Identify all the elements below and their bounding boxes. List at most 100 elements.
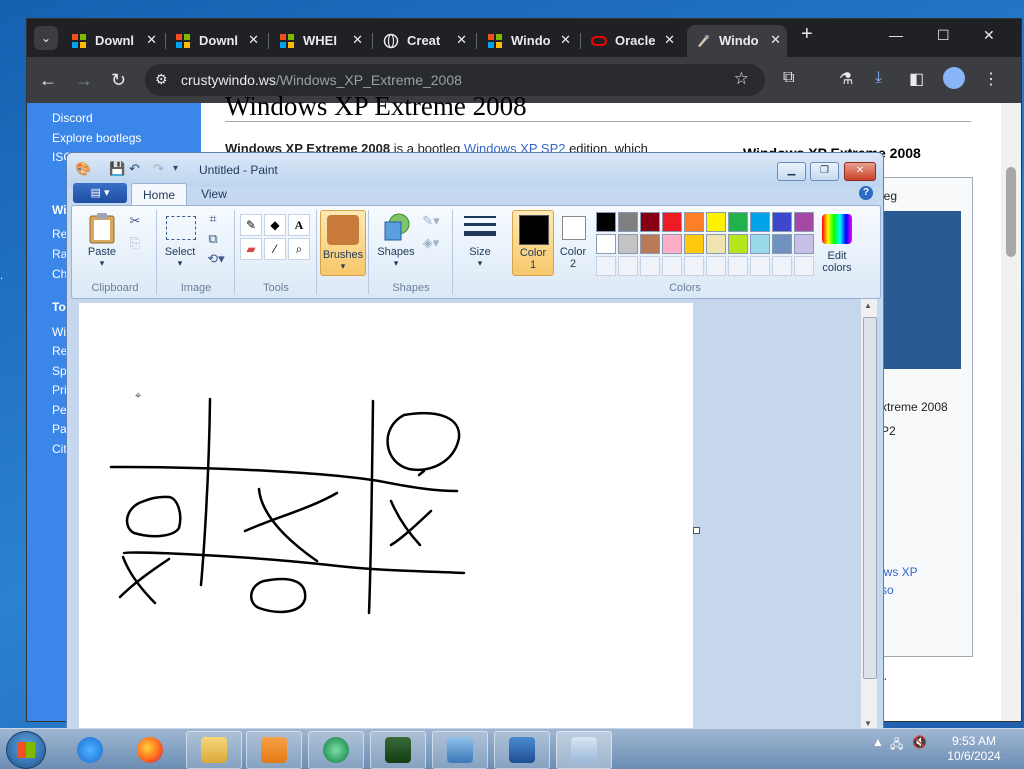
palette-swatch[interactable] [596, 212, 616, 232]
taskbar-internet-explorer[interactable] [62, 731, 118, 769]
desktop-icon-fragment[interactable]: . [0, 270, 24, 282]
sidebar-link-fragment[interactable]: Cit [52, 442, 67, 456]
cut-icon[interactable]: ✂ [126, 212, 144, 230]
palette-swatch[interactable] [684, 212, 704, 232]
undo-icon[interactable]: ↶ [129, 161, 140, 177]
page-scrollbar[interactable] [1001, 103, 1021, 721]
select-button[interactable]: Select ▾ [160, 210, 200, 276]
text-tool-icon[interactable]: A [288, 214, 310, 236]
bookmark-star-icon[interactable]: ☆ [734, 69, 749, 89]
copy-icon[interactable]: ⎘ [126, 234, 144, 252]
paint-titlebar[interactable]: 🎨 💾 ↶ ↷ ▾ Untitled - Paint ▁ ❐ ✕ [67, 153, 883, 187]
scroll-down-icon[interactable]: ▼ [864, 719, 872, 728]
tab-view[interactable]: View [191, 183, 237, 205]
labs-flask-icon[interactable]: ⚗ [839, 69, 853, 89]
taskbar-file-explorer[interactable] [186, 731, 242, 769]
canvas-scrollbar-thumb[interactable] [863, 317, 877, 679]
volume-muted-icon[interactable]: 🔇 [912, 735, 927, 749]
start-button[interactable] [6, 731, 46, 769]
taskbar-media-center[interactable] [308, 731, 364, 769]
canvas-resize-handle[interactable] [693, 527, 700, 534]
palette-swatch-empty[interactable] [684, 256, 704, 276]
scroll-up-icon[interactable]: ▲ [864, 301, 872, 310]
tab-home[interactable]: Home [131, 183, 187, 206]
palette-swatch[interactable] [684, 234, 704, 254]
menu-kebab-icon[interactable]: ⋮ [983, 69, 999, 89]
resize-icon[interactable]: ⧉ [204, 230, 222, 248]
system-clock[interactable]: 9:53 AM 10/6/2024 [944, 734, 1004, 764]
qat-dropdown-icon[interactable]: ▾ [173, 163, 178, 174]
help-icon[interactable]: ? [859, 186, 873, 200]
maximize-icon[interactable]: ☐ [937, 27, 950, 44]
palette-swatch-empty[interactable] [706, 256, 726, 276]
tab-5[interactable]: Windo ✕ [479, 25, 577, 57]
edit-colors-button[interactable]: Edit colors [816, 210, 858, 276]
sidebar-link-discord[interactable]: Discord [52, 109, 141, 129]
palette-swatch-empty[interactable] [750, 256, 770, 276]
palette-swatch[interactable] [662, 212, 682, 232]
palette-swatch[interactable] [772, 234, 792, 254]
color-picker-icon[interactable]: ⁄ [264, 238, 286, 260]
palette-swatch[interactable] [794, 234, 814, 254]
palette-swatch[interactable] [772, 212, 792, 232]
close-tab-icon[interactable]: ✕ [248, 32, 259, 48]
close-button[interactable]: ✕ [844, 162, 876, 181]
taskbar-paint[interactable] [556, 731, 612, 769]
drawing-canvas[interactable]: ⌖ [79, 303, 693, 733]
color1-button[interactable]: Color 1 [512, 210, 554, 276]
infobox-screenshot[interactable] [881, 211, 961, 369]
tab-7-active[interactable]: Windo ✕ [687, 25, 787, 57]
palette-swatch[interactable] [750, 234, 770, 254]
download-icon[interactable]: ⤓ [875, 69, 882, 87]
tab-search-button[interactable]: ⌄ [34, 26, 58, 50]
back-icon[interactable]: ← [39, 70, 57, 91]
file-menu-button[interactable]: ▤ ▾ [73, 183, 127, 203]
palette-swatch[interactable] [750, 212, 770, 232]
site-info-icon[interactable]: ⚙ [155, 71, 168, 88]
shapes-button[interactable]: Shapes ▾ [374, 210, 418, 276]
palette-swatch[interactable] [618, 212, 638, 232]
outline-icon[interactable]: ✎▾ [422, 212, 440, 230]
palette-swatch-empty[interactable] [662, 256, 682, 276]
tab-1[interactable]: Downl ✕ [63, 25, 163, 57]
palette-swatch[interactable] [640, 234, 660, 254]
palette-swatch[interactable] [728, 212, 748, 232]
brushes-button[interactable]: Brushes ▾ [320, 210, 366, 276]
maximize-button[interactable]: ❐ [810, 162, 839, 181]
show-hidden-icons-icon[interactable]: ▲ [872, 735, 884, 749]
profile-avatar[interactable] [943, 67, 965, 89]
palette-swatch[interactable] [706, 212, 726, 232]
close-tab-icon[interactable]: ✕ [664, 32, 675, 48]
sidebar-link-explore[interactable]: Explore bootlegs [52, 129, 141, 149]
tab-4[interactable]: Creat ✕ [375, 25, 473, 57]
palette-swatch-empty[interactable] [618, 256, 638, 276]
fill-icon[interactable]: ◈▾ [422, 234, 440, 252]
sidebar-link-fragment[interactable]: Pe [52, 403, 67, 417]
close-tab-icon[interactable]: ✕ [352, 32, 363, 48]
tab-6[interactable]: Oracle ✕ [583, 25, 681, 57]
redo-icon[interactable]: ↷ [153, 161, 164, 177]
palette-swatch[interactable] [662, 234, 682, 254]
close-window-icon[interactable]: ✕ [983, 27, 995, 44]
taskbar-firefox[interactable] [122, 731, 178, 769]
palette-swatch[interactable] [640, 212, 660, 232]
palette-swatch[interactable] [728, 234, 748, 254]
paint-app-icon[interactable]: 🎨 [75, 161, 91, 177]
minimize-button[interactable]: ▁ [777, 162, 806, 181]
forward-icon[interactable]: → [75, 70, 93, 91]
palette-swatch-empty[interactable] [640, 256, 660, 276]
palette-swatch[interactable] [706, 234, 726, 254]
palette-swatch-empty[interactable] [772, 256, 792, 276]
palette-swatch-empty[interactable] [596, 256, 616, 276]
canvas-scrollbar[interactable]: ▲ ▼ [861, 299, 877, 733]
taskbar-task-manager[interactable] [370, 731, 426, 769]
pencil-icon[interactable]: ✎ [240, 214, 262, 236]
taskbar-control-panel[interactable] [432, 731, 488, 769]
palette-swatch-empty[interactable] [794, 256, 814, 276]
palette-swatch[interactable] [596, 234, 616, 254]
palette-swatch[interactable] [618, 234, 638, 254]
sidebar-link-fragment[interactable]: Pa [52, 422, 67, 436]
magnifier-icon[interactable]: ⌕ [288, 238, 310, 260]
palette-swatch[interactable] [794, 212, 814, 232]
save-icon[interactable]: 💾 [109, 161, 125, 177]
